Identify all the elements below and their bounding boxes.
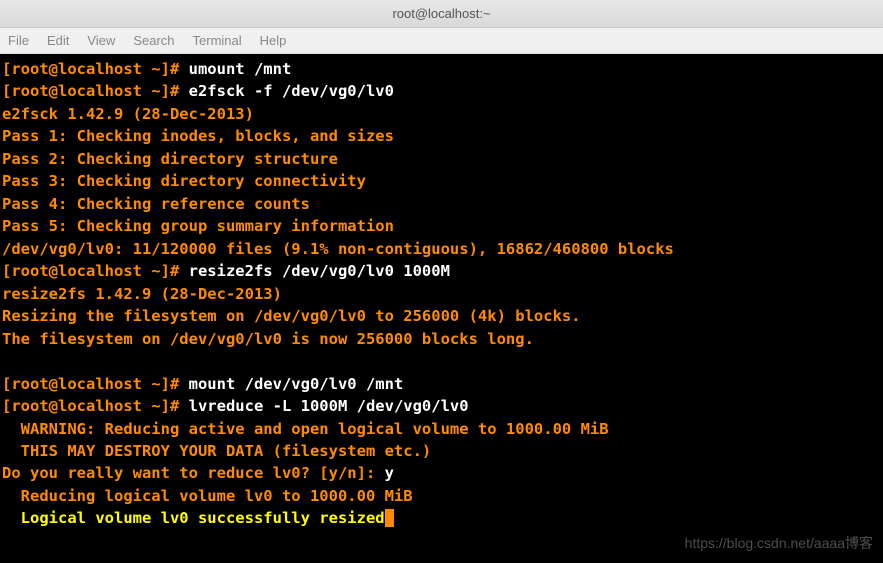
output-line: Pass 2: Checking directory structure [2,150,338,168]
output-line: Reducing logical volume lv0 to 1000.00 M… [2,487,413,505]
shell-prompt: [root@localhost ~]# [2,375,189,393]
shell-prompt: [root@localhost ~]# [2,262,189,280]
command-text: resize2fs /dev/vg0/lv0 1000M [189,262,450,280]
output-line: Pass 3: Checking directory connectivity [2,172,366,190]
command-text: lvreduce -L 1000M /dev/vg0/lv0 [189,397,469,415]
terminal-area[interactable]: [root@localhost ~]# umount /mnt [root@lo… [0,54,883,563]
output-line: WARNING: Reducing active and open logica… [2,420,609,438]
window-title: root@localhost:~ [392,6,490,21]
cursor-block [385,509,394,527]
shell-prompt: [root@localhost ~]# [2,60,189,78]
output-line: The filesystem on /dev/vg0/lv0 is now 25… [2,330,534,348]
output-line: /dev/vg0/lv0: 11/120000 files (9.1% non-… [2,240,674,258]
menu-view[interactable]: View [87,33,115,48]
command-text: mount /dev/vg0/lv0 /mnt [189,375,404,393]
output-line: resize2fs 1.42.9 (28-Dec-2013) [2,285,282,303]
output-line: Resizing the filesystem on /dev/vg0/lv0 … [2,307,581,325]
menu-edit[interactable]: Edit [47,33,69,48]
output-line: e2fsck 1.42.9 (28-Dec-2013) [2,105,254,123]
output-line: Pass 4: Checking reference counts [2,195,310,213]
output-line: THIS MAY DESTROY YOUR DATA (filesystem e… [2,442,431,460]
output-prompt: Do you really want to reduce lv0? [y/n]: [2,464,385,482]
menu-search[interactable]: Search [133,33,174,48]
menu-file[interactable]: File [8,33,29,48]
window-titlebar: root@localhost:~ [0,0,883,28]
menubar: File Edit View Search Terminal Help [0,28,883,54]
shell-prompt: [root@localhost ~]# [2,397,189,415]
shell-prompt: [root@localhost ~]# [2,82,189,100]
output-line: Logical volume lv0 successfully resized [2,509,385,527]
command-text: umount /mnt [189,60,292,78]
menu-help[interactable]: Help [260,33,287,48]
output-line: Pass 5: Checking group summary informati… [2,217,394,235]
menu-terminal[interactable]: Terminal [193,33,242,48]
user-input: y [385,464,394,482]
output-line: Pass 1: Checking inodes, blocks, and siz… [2,127,394,145]
command-text: e2fsck -f /dev/vg0/lv0 [189,82,394,100]
